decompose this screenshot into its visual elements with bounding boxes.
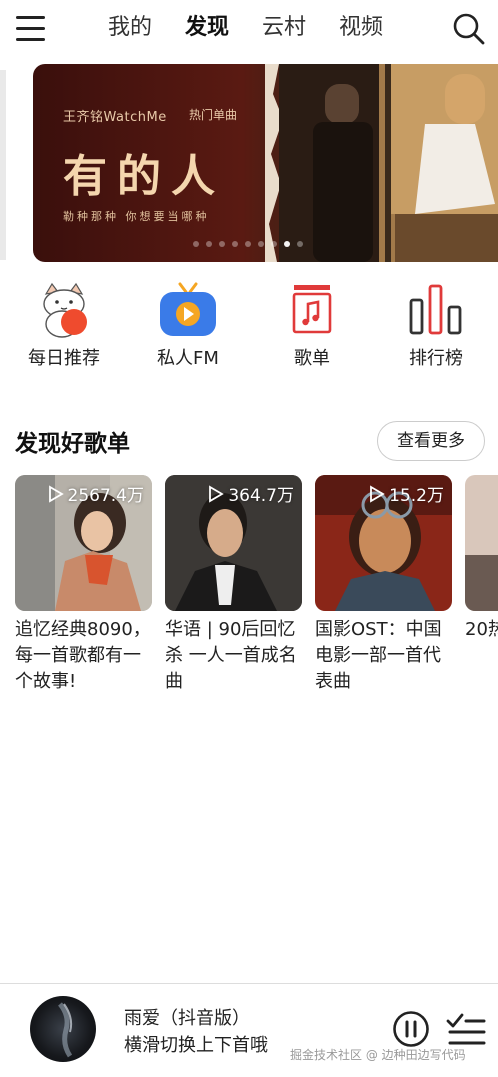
banner-carousel[interactable]: 王齐铭WatchMe 热门单曲 有的人 勒种那种 你想要当哪种 (33, 64, 498, 262)
entry-label: 排行榜 (409, 348, 463, 369)
entry-daily-recommend[interactable]: 每日推荐 (9, 280, 119, 370)
entry-private-fm[interactable]: 私人FM (133, 280, 243, 370)
carousel-dot (245, 241, 251, 247)
tab-discover[interactable]: 发现 (185, 12, 262, 44)
playlist-card[interactable]: 15.2万 国影OST：中国电影一部一首代表曲 (315, 475, 452, 695)
play-icon (370, 484, 385, 503)
play-count: 15.2万 (369, 481, 444, 506)
carousel-dot (232, 241, 238, 247)
album-art[interactable] (30, 996, 96, 1062)
carousel-dot (258, 241, 264, 247)
carousel-indicator (193, 241, 303, 247)
tab-strip: 我的 发现 云村 视频 (108, 12, 416, 44)
playlist-cover: 364.7万 (165, 475, 302, 611)
lucky-cat-icon (34, 280, 94, 340)
playlist-name: 华语 | 90后回忆杀 一人一首成名曲 (165, 619, 297, 692)
search-icon[interactable] (452, 12, 486, 46)
play-count-text: 364.7万 (228, 486, 294, 506)
entry-label: 私人FM (157, 348, 219, 369)
swipe-hint: 横滑切换上下首哦 (124, 1035, 268, 1056)
playlist-card[interactable]: 364.7万 华语 | 90后回忆杀 一人一首成名曲 (165, 475, 302, 695)
bar-chart-icon (406, 280, 466, 340)
entry-label: 歌单 (294, 348, 330, 369)
playlist-cover: 2567.4万 (15, 475, 152, 611)
banner-photo (265, 64, 498, 262)
entry-label: 每日推荐 (28, 348, 100, 369)
music-note-icon (282, 280, 342, 340)
playlist-name: 20热歌 (465, 619, 498, 640)
play-count-text: 15.2万 (389, 486, 444, 506)
entry-playlist[interactable]: 歌单 (257, 280, 367, 370)
tab-village[interactable]: 云村 (262, 12, 339, 44)
playlist-name: 追忆经典8090，每一首歌都有一个故事! (15, 619, 151, 692)
tab-mine[interactable]: 我的 (108, 12, 185, 44)
song-title: 雨爱（抖音版） (124, 1008, 250, 1029)
top-nav-bar: 我的 发现 云村 视频 (0, 0, 498, 60)
tab-video[interactable]: 视频 (339, 12, 416, 44)
playlist-card[interactable]: 20热歌 (465, 475, 498, 643)
play-count: 2567.4万 (48, 481, 144, 506)
play-icon (209, 484, 225, 503)
carousel-dot (193, 241, 199, 247)
hamburger-menu-icon[interactable] (16, 16, 46, 42)
carousel-dot (297, 241, 303, 247)
banner-subtitle: 勒种那种 你想要当哪种 (63, 210, 210, 223)
carousel-dot (206, 241, 212, 247)
entry-rankings[interactable]: 排行榜 (381, 280, 491, 370)
banner-prev-peek (0, 70, 6, 260)
watermark: 掘金技术社区 @ 边种田边写代码 (290, 1048, 466, 1062)
playlist-cover: 15.2万 (315, 475, 452, 611)
carousel-dot-active (284, 241, 290, 247)
playlist-row[interactable]: 2567.4万 追忆经典8090，每一首歌都有一个故事! 364.7万 华语 |… (15, 475, 498, 705)
banner-title: 有的人 (63, 151, 225, 202)
quick-entries: 每日推荐 私人FM 歌单 排行榜 (0, 280, 498, 370)
pause-icon[interactable] (392, 1010, 430, 1048)
carousel-dot (219, 241, 225, 247)
carousel-dot (271, 241, 277, 247)
view-more-button[interactable]: 查看更多 (377, 421, 485, 461)
section-title: 发现好歌单 (15, 431, 130, 457)
playlist-cover (465, 475, 498, 611)
mini-player[interactable]: 雨爱（抖音版） 横滑切换上下首哦 掘金技术社区 @ 边种田边写代码 (0, 983, 498, 1077)
play-icon (48, 484, 64, 503)
banner-artist: 王齐铭WatchMe (63, 110, 167, 125)
playlist-card[interactable]: 2567.4万 追忆经典8090，每一首歌都有一个故事! (15, 475, 152, 695)
play-count: 364.7万 (208, 481, 294, 506)
tv-play-icon (158, 280, 218, 340)
playlist-name: 国影OST：中国电影一部一首代表曲 (315, 619, 442, 692)
banner-tag: 热门单曲 (189, 108, 238, 122)
playlist-icon[interactable] (446, 1012, 486, 1046)
play-count-text: 2567.4万 (67, 486, 144, 506)
